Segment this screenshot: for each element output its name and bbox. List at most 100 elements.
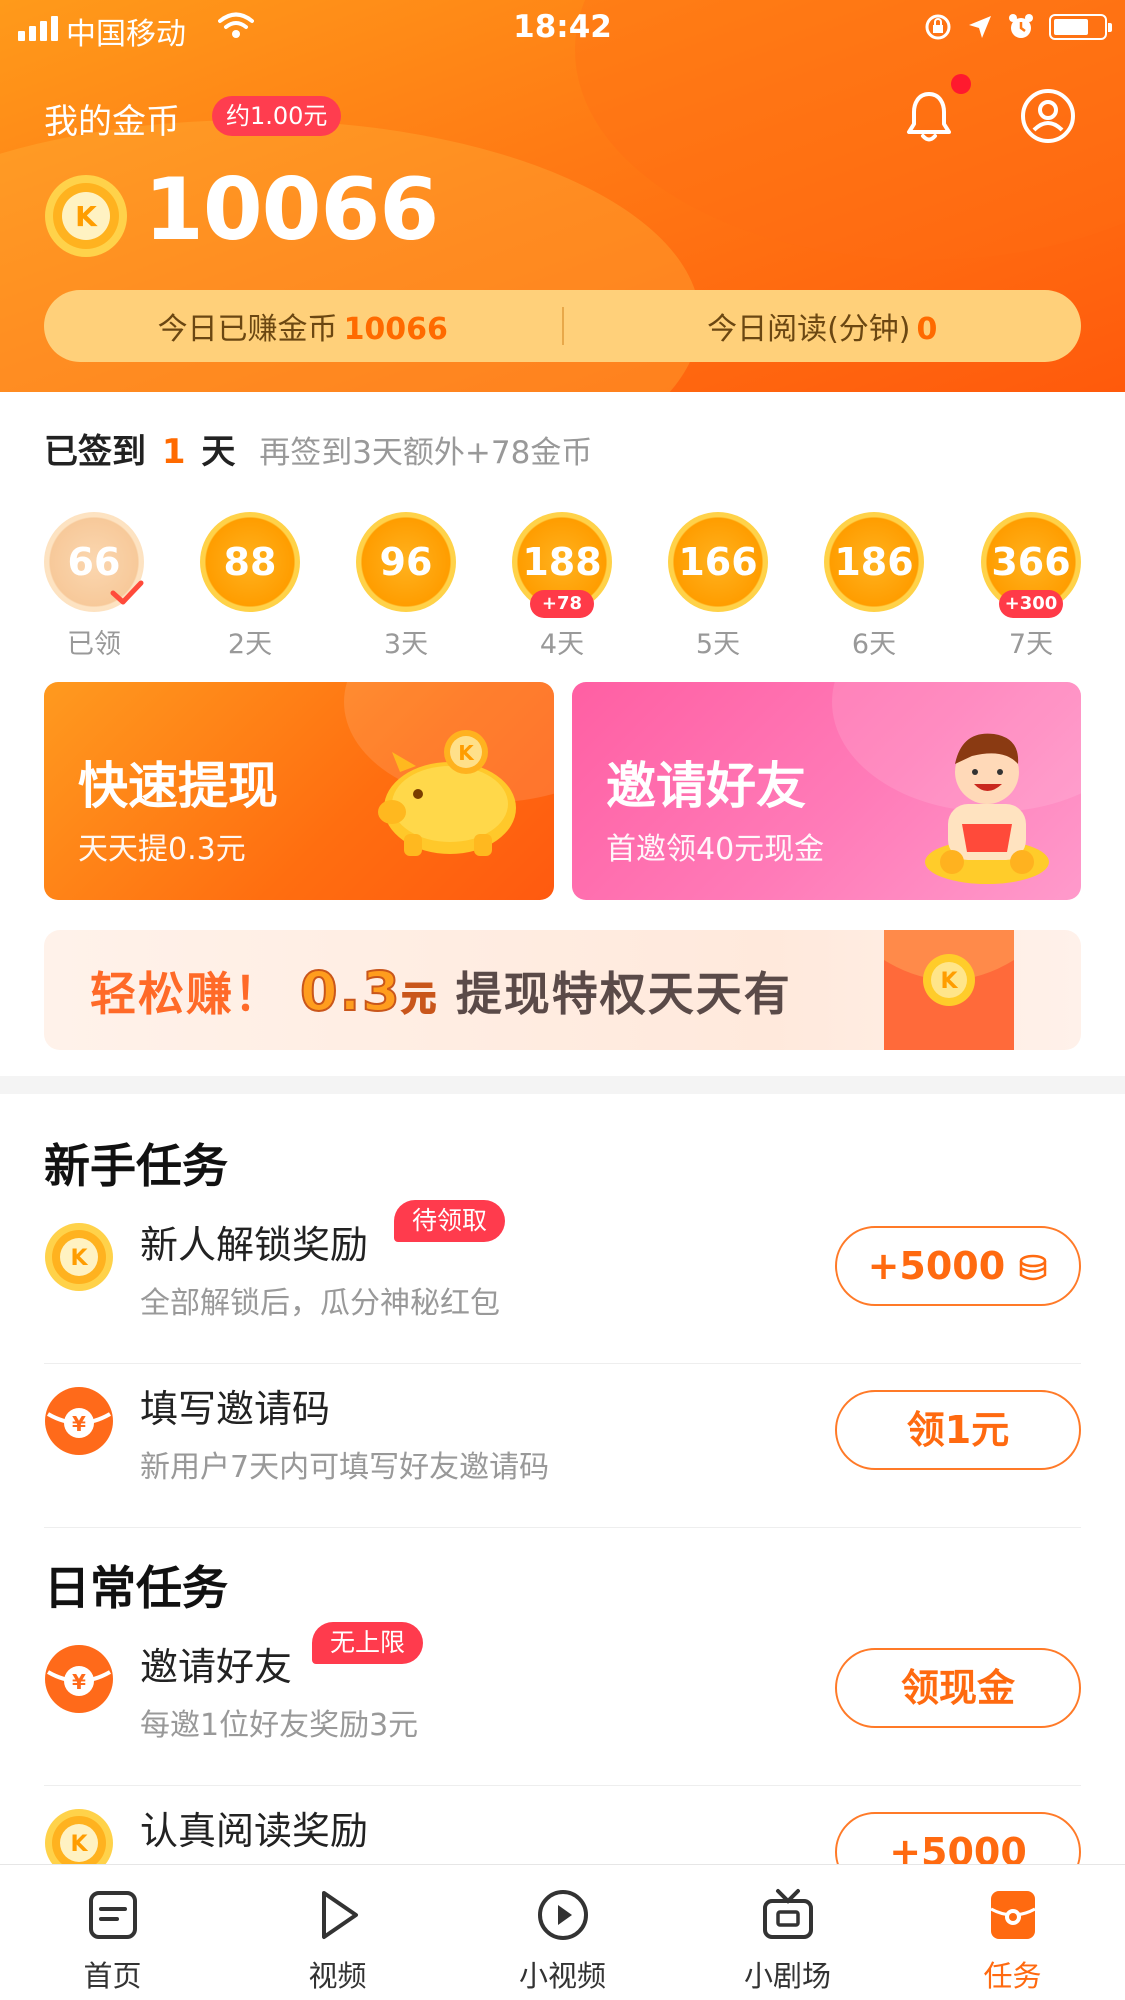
banner-unit: 元 bbox=[401, 978, 438, 1020]
checkin-day[interactable]: 166 5天 bbox=[668, 512, 768, 661]
banner-lead: 轻松赚！ bbox=[90, 967, 282, 1021]
task-tag: 无上限 bbox=[312, 1622, 424, 1664]
coin-balance: 10066 bbox=[144, 160, 439, 260]
checkin-days-row: 66 已领 88 2天 96 3天 188 +78 4天 166 5天 186 … bbox=[44, 512, 1081, 662]
today-read-value: 0 bbox=[916, 312, 938, 347]
piggy-bank-icon: K bbox=[378, 730, 516, 856]
today-earned-value: 10066 bbox=[343, 312, 448, 347]
svg-text:K: K bbox=[940, 969, 958, 994]
svg-text:K: K bbox=[70, 1246, 88, 1271]
task-name: 填写邀请码 bbox=[140, 1387, 331, 1431]
claim-button-label: +5000 bbox=[867, 1244, 1006, 1288]
tab-home[interactable]: 首页 bbox=[0, 1865, 225, 2000]
day-coin: 186 bbox=[824, 512, 924, 612]
day-label: 7天 bbox=[1008, 629, 1054, 660]
tab-short-video[interactable]: 小视频 bbox=[450, 1865, 675, 2000]
checkin-day[interactable]: 88 2天 bbox=[200, 512, 300, 661]
status-bar: 中国移动 18:42 bbox=[0, 0, 1125, 56]
checkin-extra: 再签到3天额外+78金币 bbox=[259, 435, 593, 471]
profile-icon[interactable] bbox=[1020, 88, 1076, 144]
task-desc: 新用户7天内可填写好友邀请码 bbox=[140, 1450, 550, 1485]
tab-bar: 首页 视频 小视频 小剧场 任务 bbox=[0, 1864, 1125, 2000]
coin-stack-icon bbox=[1020, 1254, 1047, 1281]
task-desc: 全部解锁后，瓜分神秘红包 bbox=[140, 1286, 500, 1321]
checkin-day[interactable]: 188 +78 4天 bbox=[512, 512, 612, 661]
withdraw-title: 快速提现 bbox=[78, 757, 278, 815]
checkin-days: 1 bbox=[161, 432, 186, 472]
checkin-suffix: 天 bbox=[201, 432, 236, 472]
tab-label: 视频 bbox=[308, 1959, 367, 1993]
checkin-day[interactable]: 96 3天 bbox=[356, 512, 456, 661]
coins-title: 我的金币 bbox=[44, 102, 180, 142]
day-coin: 88 bbox=[200, 512, 300, 612]
today-read: 今日阅读(分钟) 0 bbox=[564, 304, 1082, 348]
task-row: ¥ 填写邀请码 新用户7天内可填写好友邀请码 领1元 bbox=[44, 1364, 1081, 1528]
tab-tasks[interactable]: 任务 bbox=[900, 1865, 1125, 2000]
day-coin: 96 bbox=[356, 512, 456, 612]
home-icon bbox=[88, 1891, 137, 1939]
withdraw-banner[interactable]: 轻松赚！ 0.3元 提现特权天天有 K bbox=[44, 930, 1081, 1050]
invite-title: 邀请好友 bbox=[606, 757, 806, 815]
checkin-day[interactable]: 186 6天 bbox=[824, 512, 924, 661]
row-divider bbox=[44, 1527, 1081, 1528]
red-envelope-icon: K bbox=[884, 930, 1014, 1050]
check-icon bbox=[110, 580, 144, 605]
location-icon bbox=[969, 16, 991, 38]
checkin-day[interactable]: 66 已领 bbox=[44, 512, 144, 661]
claim-button[interactable]: +5000 bbox=[835, 1226, 1081, 1306]
circle-play-icon bbox=[537, 1890, 588, 1940]
header: 中国移动 18:42 我的金币 约1.00元 K 10066 今日已赚金币 10… bbox=[0, 0, 1125, 392]
svg-text:K: K bbox=[70, 1832, 88, 1857]
gold-coin-icon: K bbox=[45, 1223, 113, 1291]
day-label: 已领 bbox=[67, 629, 121, 660]
task-name: 新人解锁奖励 bbox=[140, 1223, 369, 1267]
invite-friends-card[interactable]: 邀请好友 首邀领40元现金 bbox=[572, 682, 1081, 900]
banner-amount: 0.3 bbox=[299, 959, 402, 1024]
svg-text:¥: ¥ bbox=[72, 1670, 86, 1694]
task-icon bbox=[989, 1891, 1036, 1939]
banner-rest: 提现特权天天有 bbox=[455, 967, 792, 1021]
invite-subtitle: 首邀领40元现金 bbox=[606, 832, 825, 867]
tab-label: 任务 bbox=[983, 1959, 1042, 1993]
day-label: 5天 bbox=[695, 629, 741, 660]
yuan-coin-icon: ¥ bbox=[45, 1645, 113, 1713]
banner-text: 轻松赚！ 0.3元 提现特权天天有 bbox=[90, 958, 792, 1024]
quick-withdraw-card[interactable]: 快速提现 天天提0.3元 K bbox=[44, 682, 554, 900]
task-tag: 待领取 bbox=[394, 1200, 506, 1242]
tab-label: 首页 bbox=[83, 1959, 142, 1993]
today-earned: 今日已赚金币 10066 bbox=[44, 304, 562, 348]
approx-value-badge: 约1.00元 bbox=[212, 96, 342, 136]
claim-button[interactable]: 领1元 bbox=[835, 1390, 1081, 1470]
day-label: 4天 bbox=[539, 629, 585, 660]
day-label: 6天 bbox=[851, 629, 897, 660]
play-icon bbox=[321, 1891, 358, 1939]
task-row: ¥ 邀请好友 无上限 每邀1位好友奖励3元 领现金 bbox=[44, 1622, 1081, 1786]
tab-label: 小视频 bbox=[518, 1959, 606, 1993]
rotation-lock-icon bbox=[925, 14, 951, 40]
today-stats: 今日已赚金币 10066 今日阅读(分钟) 0 bbox=[44, 290, 1081, 362]
bonus-badge: +78 bbox=[530, 590, 594, 618]
svg-text:K: K bbox=[458, 741, 475, 765]
checkin-day[interactable]: 366 +300 7天 bbox=[981, 512, 1081, 661]
happy-person-icon bbox=[925, 733, 1049, 884]
yuan-coin-icon: ¥ bbox=[45, 1387, 113, 1455]
task-row: K 新人解锁奖励 待领取 全部解锁后，瓜分神秘红包 +5000 bbox=[44, 1200, 1081, 1364]
tab-label: 小剧场 bbox=[743, 1959, 831, 1993]
bell-icon[interactable] bbox=[904, 88, 954, 144]
day-label: 2天 bbox=[227, 629, 273, 660]
checkin-prefix: 已签到 bbox=[44, 432, 146, 472]
tab-theater[interactable]: 小剧场 bbox=[675, 1865, 900, 2000]
claim-cash-button[interactable]: 领现金 bbox=[835, 1648, 1081, 1728]
task-name: 认真阅读奖励 bbox=[140, 1809, 369, 1853]
today-read-label: 今日阅读(分钟) bbox=[707, 312, 911, 347]
section-divider bbox=[0, 1076, 1125, 1094]
bonus-badge: +300 bbox=[999, 590, 1063, 618]
today-earned-label: 今日已赚金币 bbox=[157, 312, 338, 347]
battery-icon bbox=[1049, 14, 1112, 40]
withdraw-subtitle: 天天提0.3元 bbox=[78, 832, 246, 867]
tab-video[interactable]: 视频 bbox=[225, 1865, 450, 2000]
newbie-tasks-title: 新手任务 bbox=[44, 1139, 228, 1193]
svg-text:K: K bbox=[75, 200, 98, 233]
task-desc: 每邀1位好友奖励3元 bbox=[140, 1708, 419, 1743]
daily-tasks-title: 日常任务 bbox=[44, 1561, 228, 1615]
